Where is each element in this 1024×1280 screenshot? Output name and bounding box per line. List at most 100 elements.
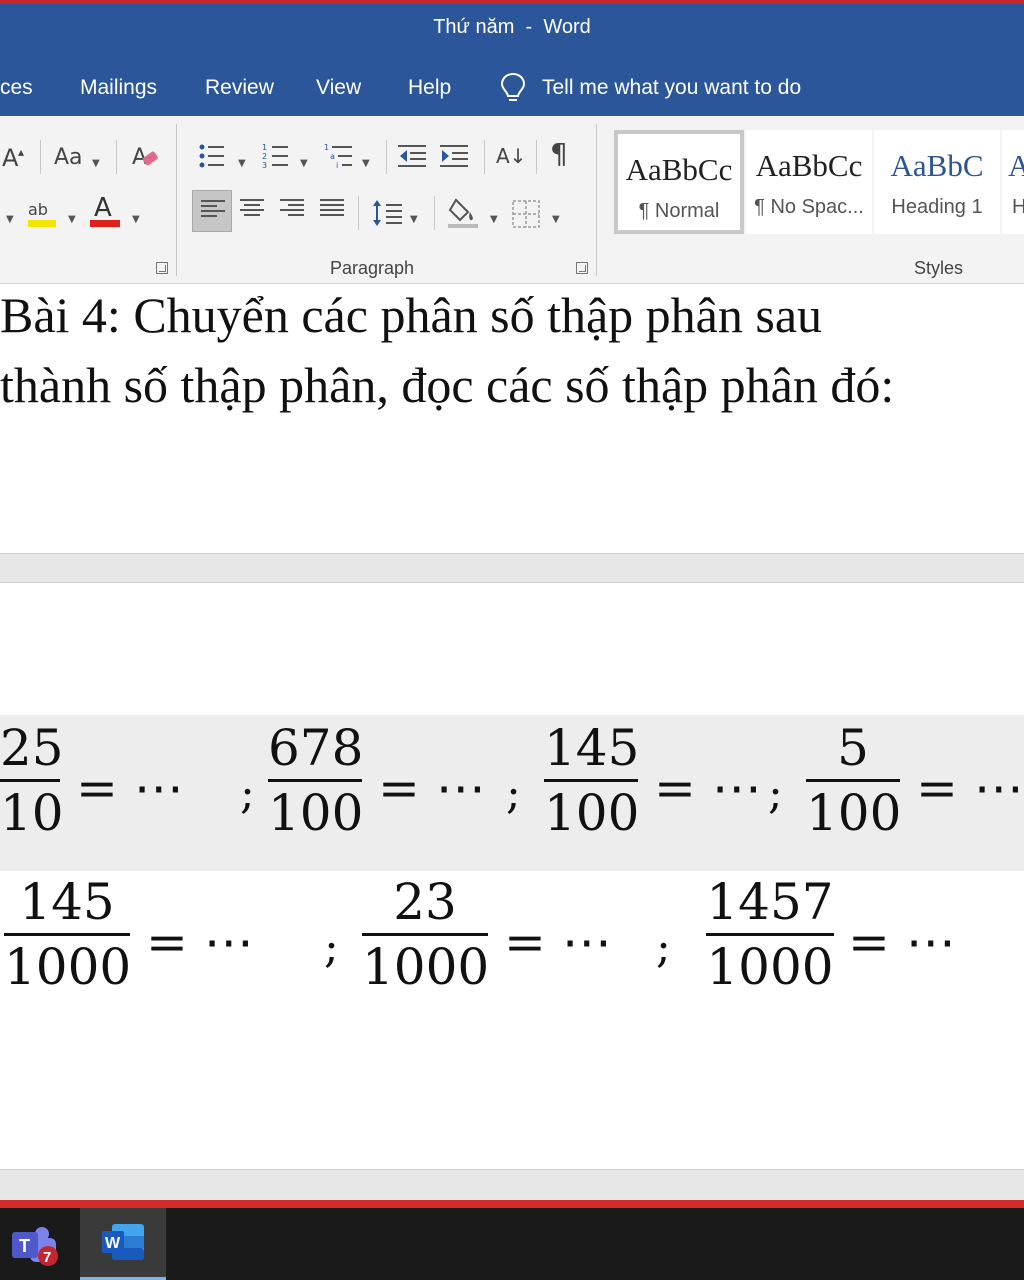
semicolon: ; xyxy=(240,768,255,819)
style-heading-2[interactable]: A H xyxy=(1002,130,1024,234)
numbering-icon[interactable]: 1 2 3 xyxy=(262,142,290,170)
style-no-spacing[interactable]: AaBbCc ¶ No Spac... xyxy=(746,130,872,234)
font-size-glyph[interactable]: A xyxy=(2,146,18,170)
font-dialog-launcher[interactable] xyxy=(156,262,168,274)
show-formatting-button[interactable]: ¶ xyxy=(550,140,568,168)
font-color-button[interactable]: A xyxy=(90,192,122,230)
sort-button[interactable]: A↓ xyxy=(496,144,526,168)
highlight-button[interactable]: ab xyxy=(28,196,58,230)
align-left-icon xyxy=(201,200,225,224)
svg-text:2: 2 xyxy=(262,152,267,161)
chevron-down-icon: ▼ xyxy=(552,214,560,225)
lightbulb-icon xyxy=(500,72,526,101)
change-case-button[interactable]: Aa xyxy=(54,146,83,170)
fraction-bar xyxy=(362,933,488,936)
style-heading-1[interactable]: AaBbC Heading 1 xyxy=(874,130,1000,234)
multilevel-list-icon[interactable]: 1 a i xyxy=(324,142,354,170)
fraction: 25 10 xyxy=(0,719,64,842)
accent-line xyxy=(0,0,1024,4)
semicolon: ; xyxy=(768,768,783,819)
denominator: 1000 xyxy=(706,938,834,996)
divider xyxy=(386,140,387,174)
tab-mailings[interactable]: Mailings xyxy=(80,76,157,100)
tab-view[interactable]: View xyxy=(316,76,361,100)
tab-review[interactable]: Review xyxy=(205,76,274,100)
semicolon: ; xyxy=(324,922,339,973)
title-bar: Thứ năm - Word ces Mailings Review View … xyxy=(0,0,1024,116)
align-left-button[interactable] xyxy=(192,190,232,232)
numerator: 23 xyxy=(393,873,457,931)
document-page[interactable]: Bài 4: Chuyển các phân số thập phân sau … xyxy=(0,284,1024,554)
tell-me-search[interactable]: Tell me what you want to do xyxy=(500,70,801,106)
decrease-indent-icon[interactable] xyxy=(398,142,428,170)
divider xyxy=(484,140,485,174)
chevron-down-icon: ▼ xyxy=(410,214,418,225)
fraction: 1457 1000 xyxy=(706,873,834,996)
fraction-bar xyxy=(4,933,130,936)
taskbar: T 7 W xyxy=(0,1200,1024,1280)
exercise-title-line-1: Bài 4: Chuyển các phân số thập phân sau xyxy=(0,287,823,343)
chevron-down-icon: ▼ xyxy=(362,158,370,169)
svg-text:i: i xyxy=(336,161,338,170)
chevron-down-icon: ▼ xyxy=(238,158,246,169)
fraction: 145 100 xyxy=(544,719,640,842)
document-page[interactable]: 25 10 = ⋯ ; 678 100 = ⋯ ; 145 100 = ⋯ ; … xyxy=(0,582,1024,1170)
fraction-bar xyxy=(544,779,638,782)
style-preview: AaBbCc xyxy=(625,152,733,187)
divider xyxy=(358,196,359,230)
chevron-down-icon: ▼ xyxy=(132,214,140,225)
line-spacing-icon[interactable] xyxy=(372,198,404,228)
paragraph-dialog-launcher[interactable] xyxy=(576,262,588,274)
highlight-glyph: ab xyxy=(28,200,48,219)
increase-indent-icon[interactable] xyxy=(440,142,470,170)
numerator: 25 xyxy=(0,719,64,777)
divider xyxy=(40,140,41,174)
denominator: 1000 xyxy=(362,938,490,996)
accent-line xyxy=(0,1200,1024,1208)
equals-ellipsis: = ⋯ xyxy=(848,913,956,971)
tell-me-text: Tell me what you want to do xyxy=(542,76,802,99)
justify-button[interactable] xyxy=(312,190,352,232)
fraction-bar xyxy=(0,779,60,782)
fraction-bar xyxy=(268,779,362,782)
highlight-color-bar xyxy=(28,220,56,227)
app-name: Word xyxy=(543,16,591,38)
document-name: Thứ năm xyxy=(433,16,515,38)
denominator: 1000 xyxy=(4,938,132,996)
word-letter: W xyxy=(105,1235,121,1252)
numerator: 1457 xyxy=(706,873,834,931)
align-center-icon xyxy=(240,199,264,223)
chevron-down-icon: ▼ xyxy=(68,214,76,225)
numerator: 145 xyxy=(544,719,640,777)
tab-references[interactable]: ces xyxy=(0,76,33,100)
style-name: ¶ Normal xyxy=(638,200,720,222)
equals-ellipsis: = ⋯ xyxy=(378,759,486,817)
style-name: ¶ No Spac... xyxy=(754,196,864,218)
paragraph-group-label: Paragraph xyxy=(330,258,415,278)
fraction: 5 100 xyxy=(806,719,901,842)
exercise-title-line-2: thành số thập phân, đọc các số thập phân… xyxy=(0,357,895,413)
style-name: H xyxy=(1012,196,1024,218)
borders-icon[interactable] xyxy=(512,200,540,228)
clear-formatting-icon[interactable]: A xyxy=(132,142,160,172)
numerator: 145 xyxy=(19,873,115,931)
justify-icon xyxy=(320,199,344,223)
align-right-button[interactable] xyxy=(272,190,312,232)
bullets-icon[interactable] xyxy=(198,142,226,170)
tab-help[interactable]: Help xyxy=(408,76,451,100)
equals-ellipsis: = ⋯ xyxy=(146,913,254,971)
fraction: 23 1000 xyxy=(362,873,490,996)
numerator: 5 xyxy=(837,719,869,777)
shading-icon[interactable] xyxy=(448,196,480,230)
align-center-button[interactable] xyxy=(232,190,272,232)
svg-text:1: 1 xyxy=(262,143,267,152)
chevron-down-icon: ▼ xyxy=(92,158,100,169)
teams-taskbar-button[interactable]: T 7 xyxy=(0,1208,86,1280)
group-divider xyxy=(176,124,177,276)
equals-ellipsis: = ⋯ xyxy=(76,759,184,817)
divider xyxy=(536,140,537,174)
word-taskbar-button[interactable]: W xyxy=(80,1208,166,1280)
divider xyxy=(434,196,435,230)
font-color-glyph: A xyxy=(94,193,112,223)
style-normal[interactable]: AaBbCc ¶ Normal xyxy=(614,130,744,234)
